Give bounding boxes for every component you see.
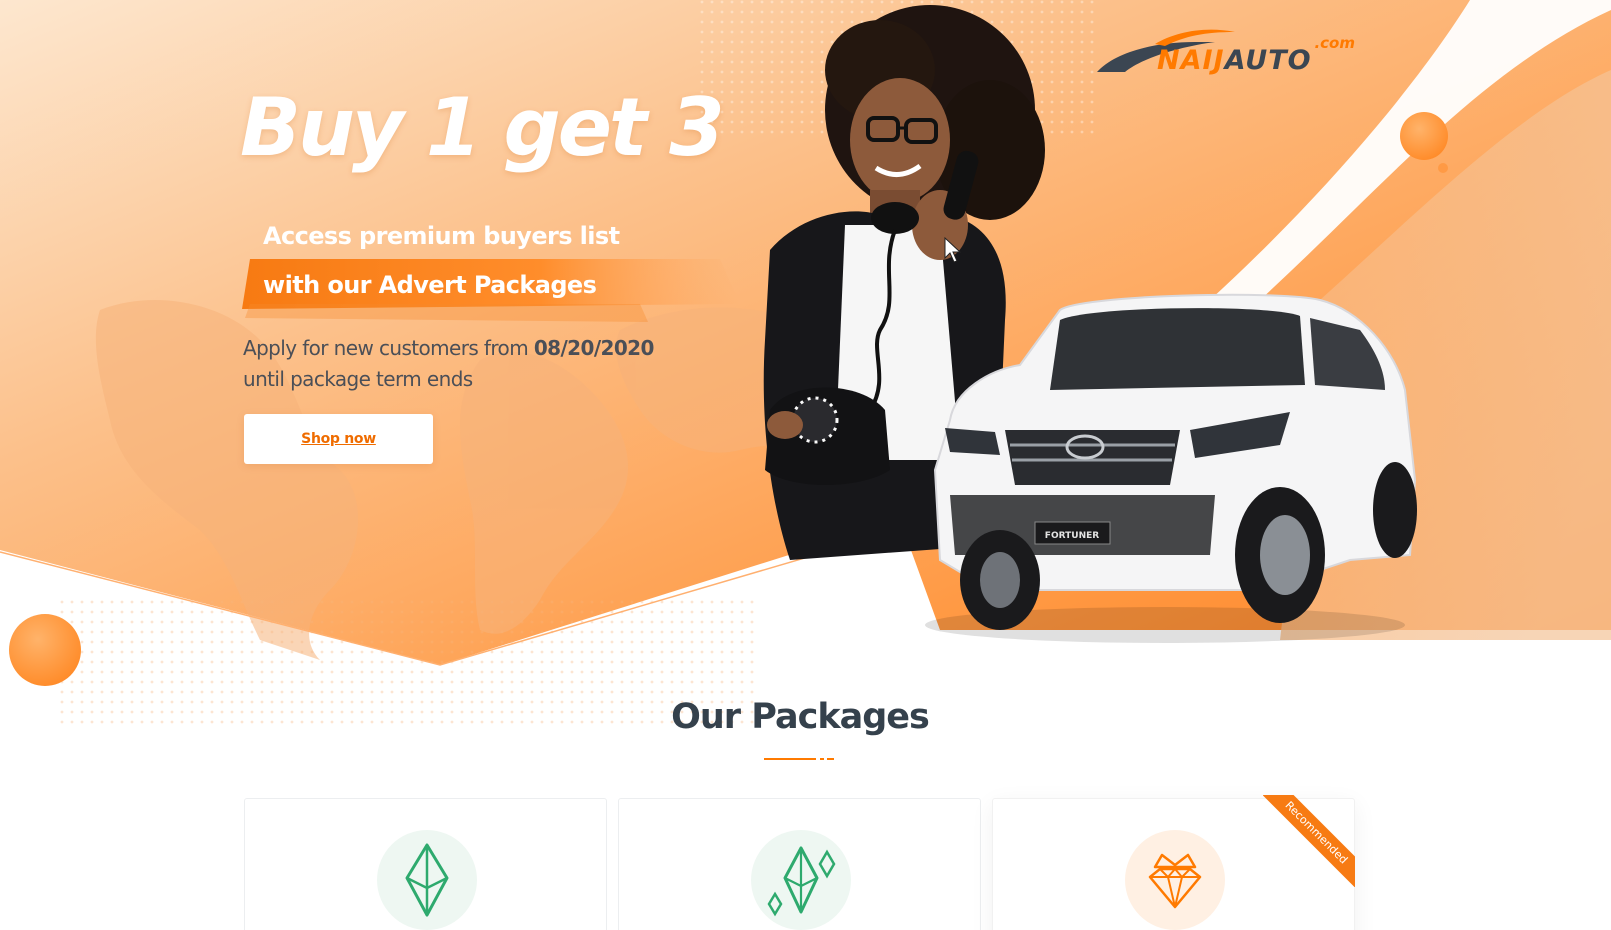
packages-title: Our Packages (671, 697, 930, 737)
package-card-standard[interactable] (618, 798, 981, 930)
apply-prefix: Apply for new customers from (243, 336, 534, 360)
shop-now-label: Shop now (301, 431, 376, 447)
recommended-label: Recommended (1263, 795, 1355, 887)
hero-headline: Buy 1 get 3 (240, 81, 725, 174)
package-card-premium[interactable]: Recommended (992, 795, 1355, 930)
recommended-ribbon: Recommended (1263, 795, 1355, 887)
apply-suffix: until package term ends (243, 367, 473, 391)
hero-subtitle-line2: with our Advert Packages (263, 271, 597, 299)
crown-diamond-icon (1125, 830, 1225, 930)
logo-wordmark: NAIJAUTO (1157, 45, 1312, 76)
hero-apply-text: Apply for new customers from 08/20/2020 … (243, 333, 703, 395)
gem-icon (377, 830, 477, 930)
svg-text:FORTUNER: FORTUNER (1045, 531, 1099, 541)
shop-now-button[interactable]: Shop now (244, 414, 433, 464)
title-underline (764, 758, 834, 760)
package-card-basic[interactable] (244, 798, 607, 930)
page: FORTUNER .com NAIJAUTO Buy 1 get 3 Acces… (0, 0, 1611, 930)
logo-tld: .com (1314, 34, 1355, 52)
hero-subtitle-line1: Access premium buyers list (263, 222, 620, 250)
naijauto-logo[interactable]: .com NAIJAUTO (1095, 24, 1355, 84)
apply-date: 08/20/2020 (533, 336, 655, 360)
gems-icon (751, 830, 851, 930)
